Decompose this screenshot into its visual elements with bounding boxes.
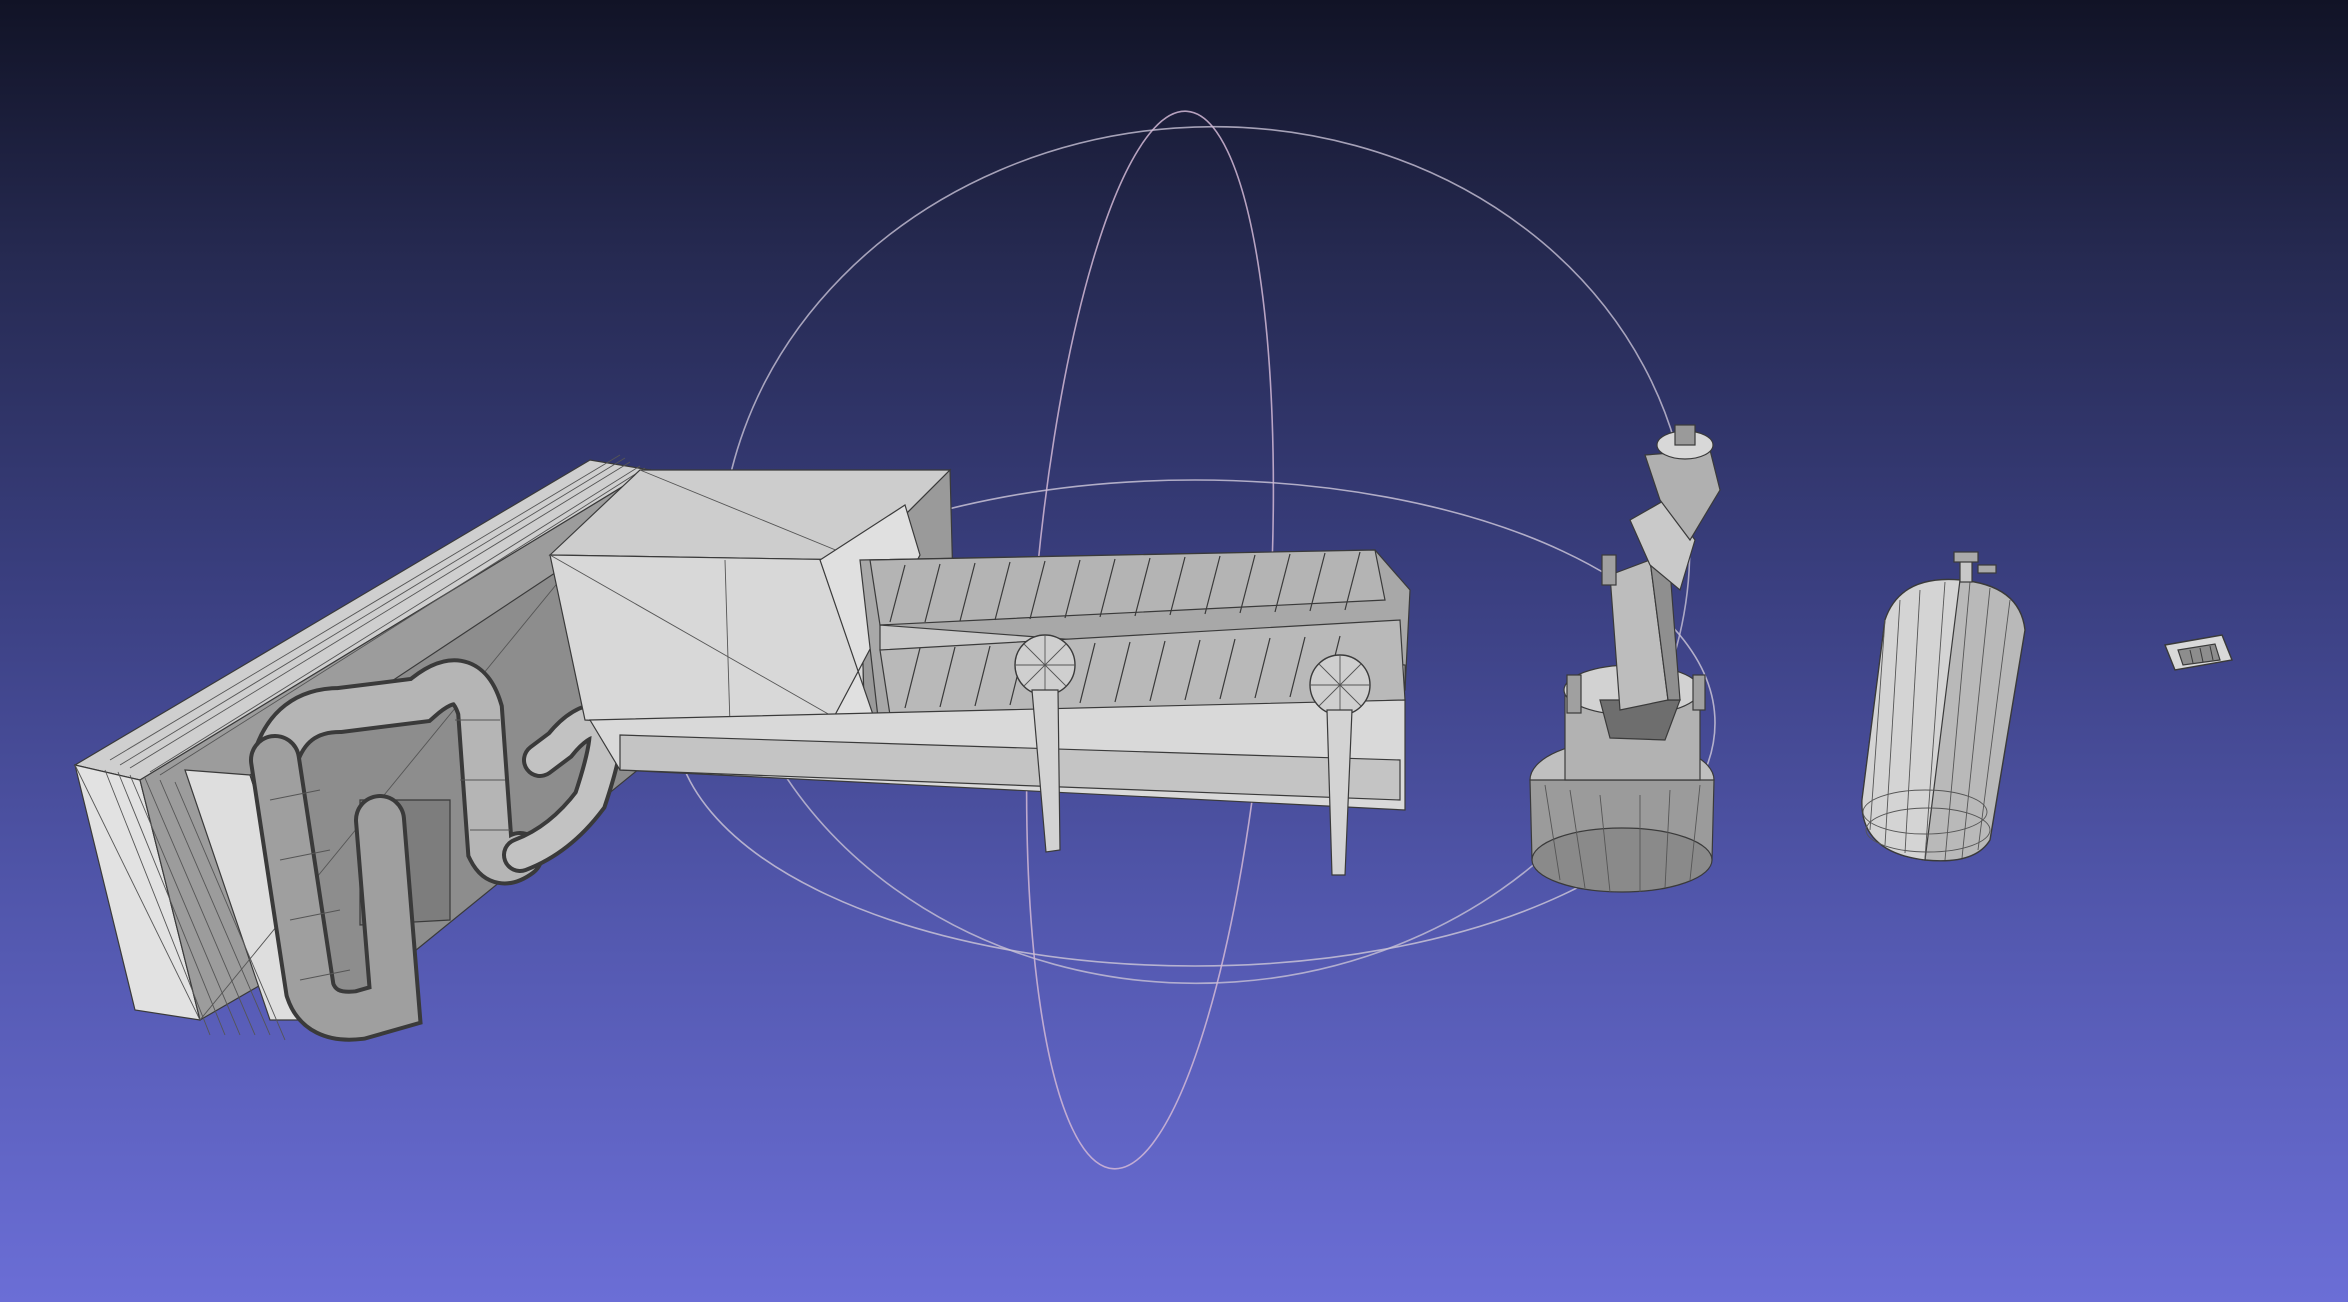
gas-cylinder[interactable] [1861,551,2026,862]
robotic-arm[interactable] [1529,424,1721,893]
conveyor-belt[interactable] [548,468,1411,876]
small-plate[interactable] [2164,634,2233,671]
3d-viewport[interactable] [0,0,2348,1302]
mesh-scene[interactable] [0,0,2348,1302]
